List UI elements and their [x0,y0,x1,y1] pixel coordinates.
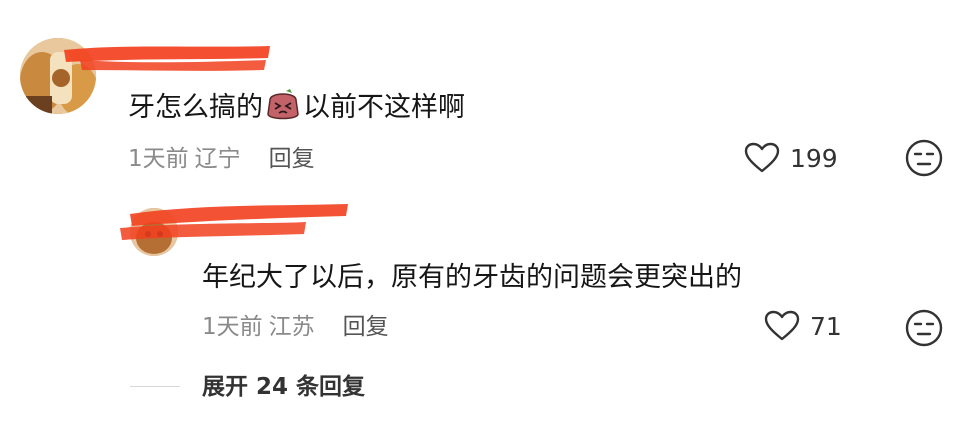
reply-button[interactable]: 回复 [269,146,315,172]
neutral-face-icon [905,139,943,177]
reply-button[interactable]: 回复 [343,314,389,340]
reply-time: 1天前 [202,314,263,340]
comment-thread: 牙怎么搞的 以前不这样啊 1天前 辽宁 回复 199 年纪大了以后，原有的牙齿的… [0,0,960,424]
dislike-button[interactable] [904,138,944,178]
neutral-face-icon [905,309,943,347]
like-count: 71 [810,311,842,341]
reply-location: 江苏 [268,314,315,340]
expand-replies-button[interactable]: 展开 24 条回复 [202,370,365,404]
like-count: 199 [790,143,838,173]
like-button[interactable]: 199 [744,140,838,176]
comment-meta: 1天前 辽宁 回复 [128,142,315,176]
reply-meta: 1天前 江苏 回复 [202,310,389,344]
crying-face-emoji [264,88,302,122]
comment-location: 辽宁 [194,146,241,172]
reply-text: 年纪大了以后，原有的牙齿的问题会更突出的 [202,262,742,293]
heart-icon [744,142,780,173]
like-button[interactable]: 71 [764,308,842,344]
comment-time: 1天前 [128,146,189,172]
heart-icon [764,310,800,341]
dislike-button[interactable] [904,308,944,348]
redacted-username [64,46,270,71]
expand-divider [130,386,180,387]
redacted-username [120,204,348,240]
comment-text: 牙怎么搞的 以前不这样啊 [128,88,465,128]
